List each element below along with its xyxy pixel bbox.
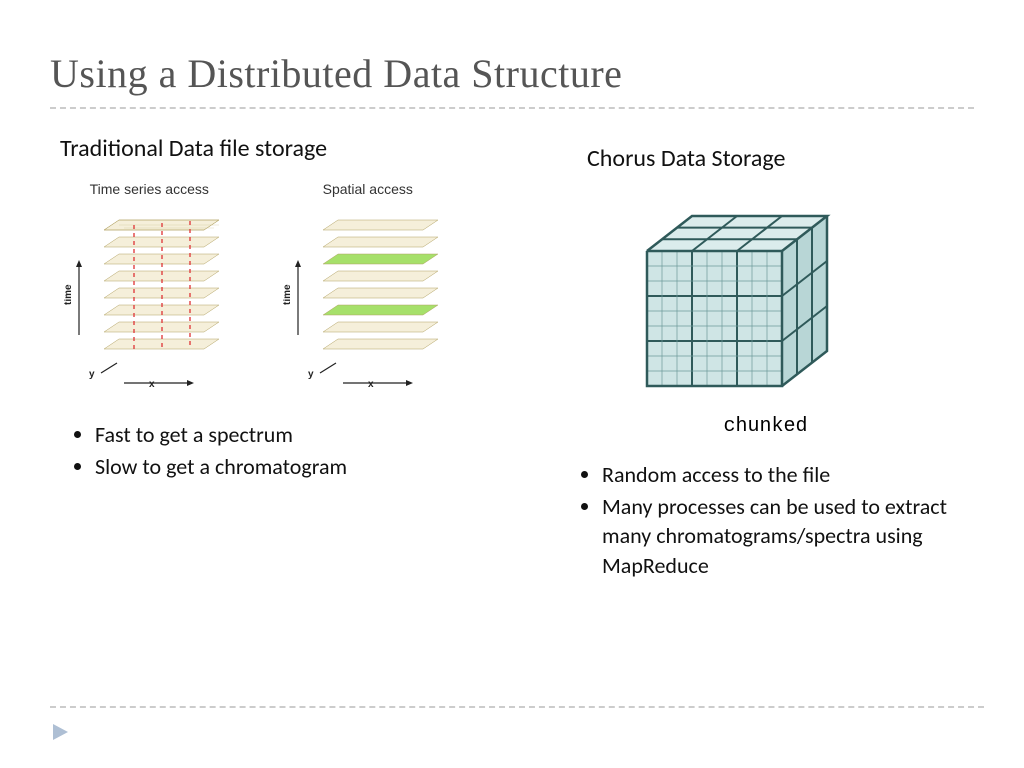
- right-bullets: Random access to the file Many processes…: [557, 460, 974, 581]
- spatial-icon: time x y: [283, 205, 453, 395]
- left-bullet: Fast to get a spectrum: [95, 420, 467, 450]
- time-series-icon: time x y: [64, 205, 234, 395]
- svg-text:time: time: [283, 284, 293, 305]
- time-series-figure: Time series access time x y: [50, 181, 249, 395]
- spatial-figure: Spatial access time x y: [269, 181, 468, 395]
- left-heading: Traditional Data file storage: [60, 134, 467, 163]
- svg-text:y: y: [89, 369, 95, 380]
- divider-top: [50, 107, 974, 109]
- right-bullet: Many processes can be used to extract ma…: [602, 492, 974, 581]
- column-left: Traditional Data file storage Time serie…: [50, 134, 467, 583]
- time-series-label: Time series access: [50, 181, 249, 197]
- chunked-caption: chunked: [557, 415, 974, 438]
- traditional-figure: Time series access time x y: [50, 181, 467, 395]
- svg-text:time: time: [64, 284, 74, 305]
- columns: Traditional Data file storage Time serie…: [50, 134, 974, 583]
- slide: Using a Distributed Data Structure Tradi…: [0, 0, 1024, 768]
- svg-text:x: x: [368, 379, 374, 390]
- svg-text:y: y: [308, 369, 314, 380]
- chunked-cube-icon: [617, 191, 857, 401]
- slide-title: Using a Distributed Data Structure: [50, 50, 974, 97]
- divider-bottom: [50, 706, 984, 708]
- right-heading: Chorus Data Storage: [587, 144, 974, 173]
- svg-text:x: x: [149, 379, 155, 390]
- column-right: Chorus Data Storage: [557, 134, 974, 583]
- left-bullets: Fast to get a spectrum Slow to get a chr…: [50, 420, 467, 481]
- spatial-label: Spatial access: [269, 181, 468, 197]
- right-bullet: Random access to the file: [602, 460, 974, 490]
- nav-arrow-icon[interactable]: [50, 721, 72, 743]
- left-bullet: Slow to get a chromatogram: [95, 452, 467, 482]
